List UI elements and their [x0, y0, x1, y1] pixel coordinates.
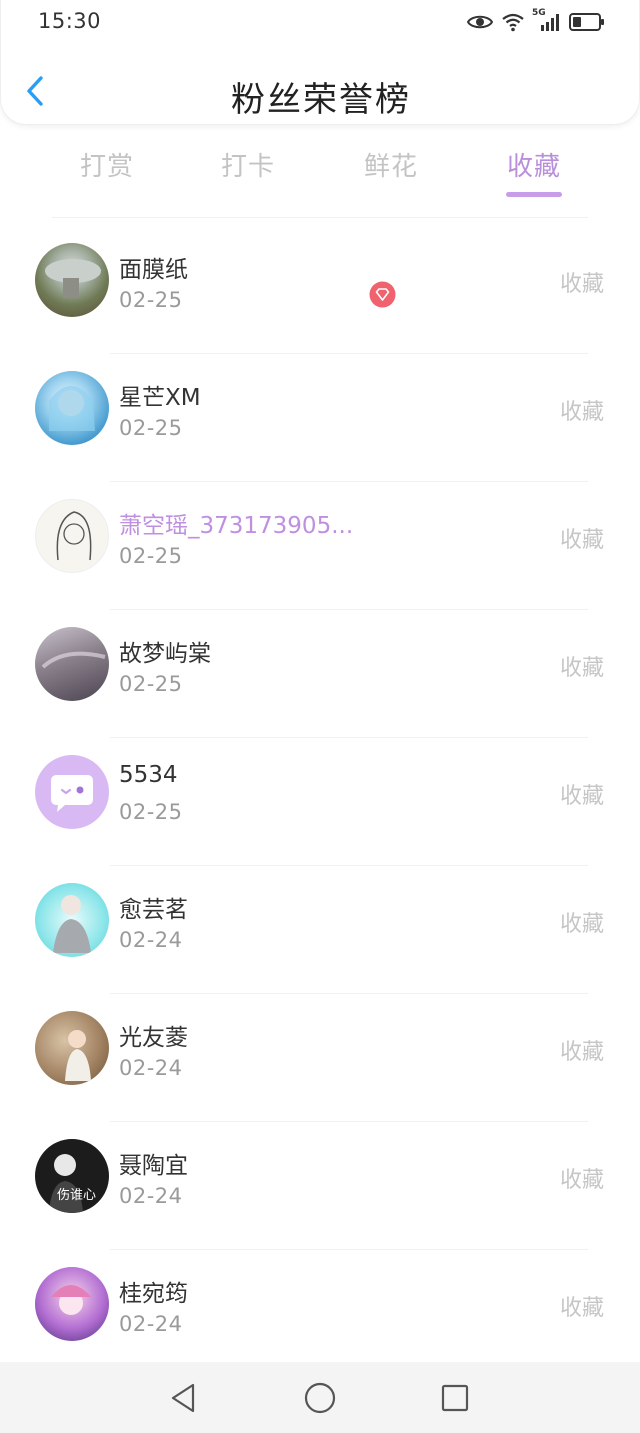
active-tab-indicator	[506, 192, 562, 197]
fan-name: 桂宛筠	[119, 1281, 188, 1307]
avatar[interactable]	[35, 1011, 109, 1085]
chat-bubble-icon	[51, 775, 93, 812]
wifi-icon	[502, 13, 524, 32]
fan-date: 02-25	[119, 288, 183, 312]
list-item[interactable]: 伤谁心 聂陶宜 02-24 收藏	[0, 1122, 640, 1250]
system-home-button[interactable]	[303, 1381, 337, 1415]
fan-date: 02-25	[119, 672, 183, 696]
tab-reward[interactable]: 打赏	[52, 146, 162, 183]
avatar[interactable]	[35, 243, 109, 317]
vip-diamond-icon	[369, 281, 396, 308]
recents-square-icon	[441, 1384, 469, 1412]
fan-date: 02-24	[119, 1056, 183, 1080]
favorite-label: 收藏	[559, 1040, 604, 1065]
list-item[interactable]: 桂宛筠 02-24 收藏	[0, 1250, 640, 1378]
list-item[interactable]: 光友菱 02-24 收藏	[0, 994, 640, 1122]
fan-name: 聂陶宜	[119, 1153, 188, 1179]
system-recents-button[interactable]	[438, 1381, 472, 1415]
fan-date: 02-25	[119, 800, 183, 824]
fan-list: 面膜纸 02-25 收藏 星芒XM 02-25 收藏 萧空瑶_373173905…	[0, 226, 640, 1378]
favorite-label: 收藏	[559, 1296, 604, 1321]
favorite-label: 收藏	[559, 1168, 604, 1193]
nav-bar: 粉丝荣誉榜	[1, 58, 640, 122]
list-item[interactable]: 5534 02-25 收藏	[0, 738, 640, 866]
fan-name: 愈芸茗	[119, 897, 188, 923]
list-item[interactable]: 愈芸茗 02-24 收藏	[0, 866, 640, 994]
header-card: 15:30 5G 粉丝荣誉榜	[0, 0, 640, 125]
signal-icon: 5G	[532, 8, 561, 32]
system-back-button[interactable]	[167, 1381, 201, 1415]
back-triangle-icon	[171, 1383, 195, 1413]
favorite-label: 收藏	[559, 400, 604, 425]
avatar[interactable]	[35, 499, 109, 573]
fan-date: 02-25	[119, 544, 183, 568]
fan-name: 故梦屿棠	[119, 641, 211, 667]
list-item[interactable]: 星芒XM 02-25 收藏	[0, 354, 640, 482]
fan-date: 02-24	[119, 1184, 183, 1208]
tab-favorites[interactable]: 收藏	[479, 146, 589, 183]
fan-date: 02-24	[119, 1312, 183, 1336]
fan-name: 星芒XM	[119, 385, 201, 411]
avatar[interactable]	[35, 627, 109, 701]
list-item[interactable]: 故梦屿棠 02-25 收藏	[0, 610, 640, 738]
avatar[interactable]	[35, 1267, 109, 1341]
tab-flowers[interactable]: 鲜花	[336, 146, 446, 183]
tab-bar: 打赏 打卡 鲜花 收藏	[0, 138, 640, 208]
fan-name: 萧空瑶_373173905...	[119, 513, 354, 539]
favorite-label: 收藏	[559, 656, 604, 681]
avatar[interactable]	[35, 371, 109, 445]
favorite-label: 收藏	[559, 912, 604, 937]
status-bar: 15:30 5G	[1, 0, 640, 44]
avatar-caption: 伤谁心	[57, 1188, 97, 1203]
status-time: 15:30	[38, 9, 102, 33]
status-icons: 5G	[467, 8, 605, 34]
tab-checkin[interactable]: 打卡	[193, 146, 303, 183]
fan-name: 光友菱	[119, 1025, 188, 1051]
fan-name: 5534	[119, 762, 178, 788]
page-title: 粉丝荣誉榜	[231, 80, 411, 120]
favorite-label: 收藏	[559, 528, 604, 553]
list-item[interactable]: 萧空瑶_373173905... 02-25 收藏	[0, 482, 640, 610]
battery-icon	[569, 13, 604, 31]
favorite-label: 收藏	[559, 272, 604, 297]
page: 15:30 5G 粉丝荣誉榜 打赏 打卡 鲜花 收藏 面膜纸 02-25 收藏 …	[0, 0, 640, 1433]
fan-date: 02-25	[119, 416, 183, 440]
favorite-label: 收藏	[559, 784, 604, 809]
fan-name: 面膜纸	[119, 257, 188, 283]
eye-icon	[467, 15, 493, 29]
fan-date: 02-24	[119, 928, 183, 952]
list-item[interactable]: 面膜纸 02-25 收藏	[0, 226, 640, 354]
divider	[52, 217, 588, 218]
avatar[interactable]: 伤谁心	[35, 1139, 109, 1213]
avatar[interactable]	[35, 755, 109, 829]
system-nav-bar	[0, 1362, 640, 1433]
home-circle-icon	[304, 1382, 336, 1414]
avatar[interactable]	[35, 883, 109, 957]
